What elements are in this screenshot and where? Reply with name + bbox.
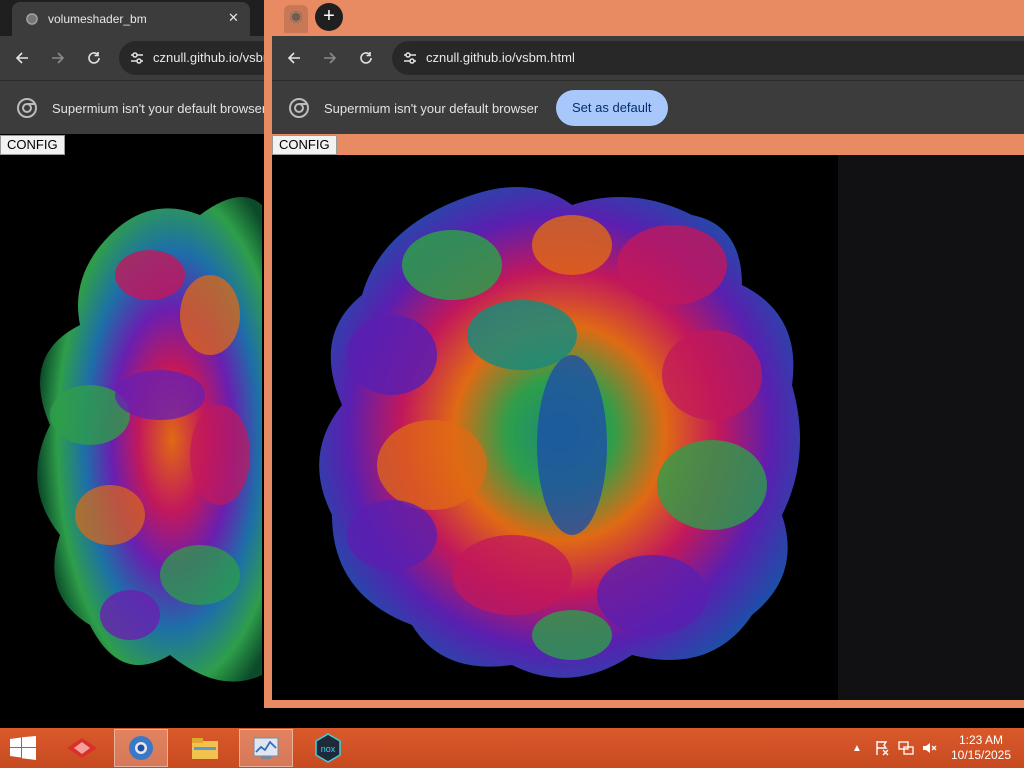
file-explorer-icon[interactable] bbox=[178, 729, 232, 767]
tab-strip: + bbox=[272, 0, 1024, 36]
browser-logo-icon bbox=[289, 98, 309, 123]
config-button[interactable]: CONFIG bbox=[272, 135, 337, 155]
start-menu-icon[interactable] bbox=[8, 736, 38, 765]
globe-icon bbox=[25, 12, 39, 31]
back-arrow-icon[interactable] bbox=[8, 36, 36, 80]
page-background-right bbox=[838, 155, 1024, 700]
network-icon[interactable] bbox=[896, 728, 916, 768]
taskbar: nox ▲ 1:23 AM 10/15/2025 bbox=[0, 728, 1024, 768]
fractal-render-canvas[interactable] bbox=[0, 155, 264, 728]
config-button[interactable]: CONFIG bbox=[0, 135, 65, 155]
new-tab-button[interactable]: + bbox=[315, 3, 343, 31]
clock-date: 10/15/2025 bbox=[950, 748, 1012, 762]
browser-logo-icon bbox=[17, 98, 37, 123]
tab-volumeshader[interactable] bbox=[284, 5, 308, 33]
url-text: cznull.github.io/vsbm.html bbox=[426, 50, 575, 65]
set-as-default-button[interactable]: Set as default bbox=[556, 90, 668, 126]
red-app-icon[interactable] bbox=[55, 729, 109, 767]
address-bar[interactable]: cznull.github.io/vsbm.html bbox=[392, 41, 1024, 75]
back-arrow-icon[interactable] bbox=[280, 36, 308, 80]
volume-muted-icon[interactable] bbox=[920, 728, 940, 768]
tab-title: volumeshader_bm bbox=[48, 12, 147, 26]
clock-time: 1:23 AM bbox=[958, 733, 1004, 747]
desktop: volumeshader_bm ✕ cznull.github.io/vsbm.… bbox=[0, 0, 1024, 768]
action-center-flag-icon[interactable] bbox=[872, 728, 892, 768]
nox-player-icon[interactable]: nox bbox=[301, 729, 355, 767]
default-browser-infobar: Supermium isn't your default browser Set… bbox=[272, 80, 1024, 134]
browser-window-front[interactable]: + cznull.github.io/vsbm.html Supermium i… bbox=[264, 0, 1024, 708]
forward-arrow-icon[interactable] bbox=[316, 36, 344, 80]
forward-arrow-icon[interactable] bbox=[44, 36, 72, 80]
tab-volumeshader[interactable]: volumeshader_bm ✕ bbox=[12, 2, 250, 36]
site-settings-icon[interactable] bbox=[129, 50, 145, 71]
infobar-message: Supermium isn't your default browser bbox=[52, 101, 267, 116]
task-manager-icon[interactable] bbox=[239, 729, 293, 767]
show-hidden-icons-chevron[interactable]: ▲ bbox=[850, 728, 864, 768]
system-clock[interactable]: 1:23 AM 10/15/2025 bbox=[948, 733, 1014, 763]
infobar-message: Supermium isn't your default browser bbox=[324, 101, 539, 116]
close-icon[interactable]: ✕ bbox=[228, 10, 239, 26]
toolbar: cznull.github.io/vsbm.html bbox=[272, 36, 1024, 80]
fractal-render-canvas[interactable] bbox=[272, 155, 838, 700]
reload-icon[interactable] bbox=[80, 36, 108, 80]
globe-icon bbox=[289, 10, 303, 29]
svg-text:nox: nox bbox=[321, 744, 336, 754]
site-settings-icon[interactable] bbox=[402, 50, 418, 71]
supermium-browser-icon[interactable] bbox=[114, 729, 168, 767]
reload-icon[interactable] bbox=[352, 36, 380, 80]
